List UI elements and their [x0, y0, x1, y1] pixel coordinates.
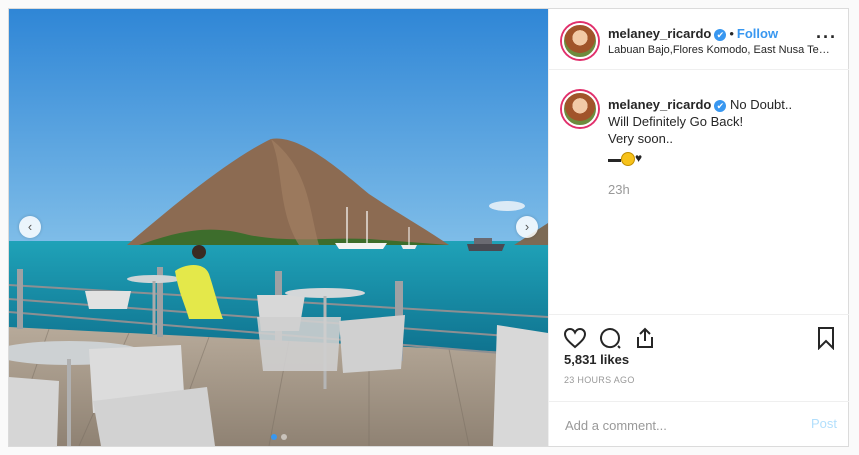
location-link[interactable]: Labuan Bajo,Flores Komodo, East Nusa Ten… [608, 44, 831, 56]
action-bar [549, 314, 849, 355]
ship-icon [608, 150, 621, 162]
share-button[interactable] [633, 326, 657, 350]
caption-username-link[interactable]: melaney_ricardo [608, 97, 711, 112]
verified-badge-icon: ✔ [714, 28, 727, 41]
caption-time: 23h [608, 182, 630, 197]
carousel-next-button[interactable]: › [516, 216, 538, 238]
verified-badge-icon: ✔ [714, 99, 727, 112]
share-icon [637, 327, 653, 348]
post-modal: ‹ › melaney_ricardo ✔ • Follow Labuan Bajo,… [8, 8, 849, 447]
follow-button[interactable]: Follow [737, 26, 778, 41]
more-options-icon[interactable]: ··· [816, 27, 837, 48]
post-timestamp[interactable]: 23 HOURS AGO [564, 375, 635, 385]
caption-line: Very soon.. [608, 131, 674, 146]
post-sidebar: melaney_ricardo ✔ • Follow Labuan Bajo,Flor… [548, 9, 849, 446]
carousel-dot [270, 434, 277, 440]
carousel-indicator [9, 427, 548, 445]
caption-area: melaney_ricardo ✔ No Doubt.. Will Definit… [549, 69, 849, 314]
likes-count[interactable]: 5,831 likes [564, 352, 629, 367]
caption-text: No Doubt.. [729, 97, 793, 112]
carousel-dot [280, 434, 287, 440]
avatar[interactable] [562, 23, 598, 59]
carousel-prev-button[interactable]: ‹ [19, 216, 41, 238]
header-user-line: melaney_ricardo ✔ • Follow [608, 26, 778, 41]
avatar[interactable] [562, 91, 598, 127]
bookmark-icon [818, 327, 834, 351]
post-comment-button[interactable]: Post [811, 416, 837, 431]
caption-first-line: melaney_ricardo ✔ No Doubt.. [608, 96, 833, 113]
comment-button[interactable] [598, 326, 622, 350]
comment-icon [600, 328, 621, 349]
comment-input[interactable] [563, 414, 797, 436]
sun-icon [621, 151, 635, 166]
post-header: melaney_ricardo ✔ • Follow Labuan Bajo,Flor… [549, 9, 849, 70]
add-comment-bar: Post [549, 401, 849, 447]
username-link[interactable]: melaney_ricardo [608, 26, 711, 41]
like-button[interactable] [563, 326, 587, 350]
post-photo[interactable]: ‹ › [9, 9, 548, 446]
caption-emojis: ♥ [608, 149, 833, 167]
heart-icon [563, 327, 587, 349]
photo-scene [9, 9, 548, 446]
save-button[interactable] [814, 326, 838, 351]
caption: melaney_ricardo ✔ No Doubt.. Will Definit… [608, 96, 833, 167]
caption-line: Will Definitely Go Back! [608, 114, 744, 129]
separator: • [729, 26, 734, 41]
heart-emoji-icon: ♥ [635, 151, 643, 165]
